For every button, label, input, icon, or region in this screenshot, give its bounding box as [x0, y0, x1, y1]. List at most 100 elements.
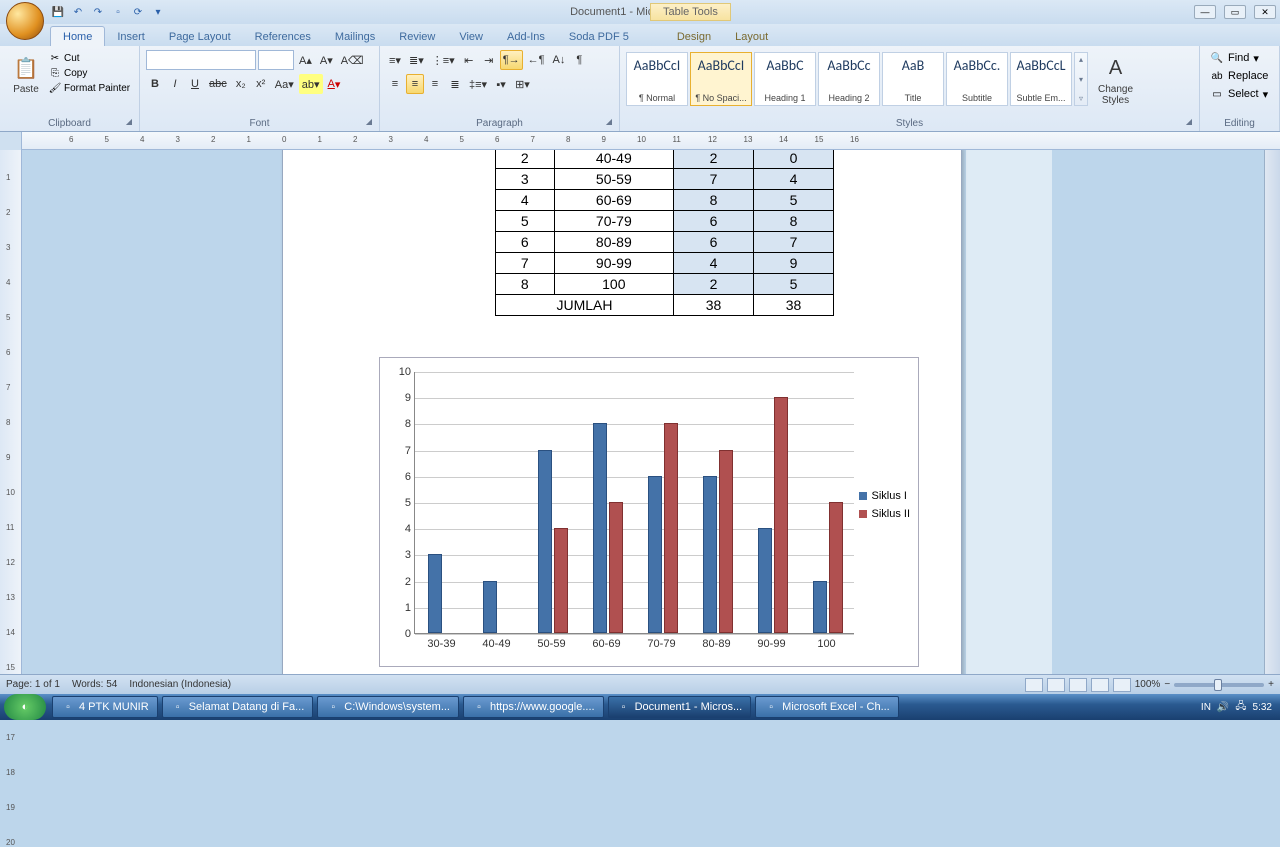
format-painter-button[interactable]: 🖌Format Painter — [48, 82, 130, 96]
chart-object[interactable]: 012345678910 Siklus I Siklus II 30-3940-… — [379, 357, 919, 667]
change-styles-button[interactable]: A Change Styles — [1094, 50, 1137, 108]
rtl-button[interactable]: ←¶ — [525, 50, 548, 70]
minimize-button[interactable]: — — [1194, 5, 1216, 19]
status-words[interactable]: Words: 54 — [72, 679, 117, 690]
style-item-4[interactable]: AaBTitle — [882, 52, 944, 106]
tab-design[interactable]: Design — [665, 27, 723, 46]
table-row[interactable]: 680-8967 — [496, 232, 834, 253]
strikethrough-button[interactable]: abc — [206, 74, 230, 94]
styles-dialog-launcher[interactable]: ◢ — [1183, 117, 1195, 129]
zoom-slider[interactable] — [1174, 683, 1264, 687]
style-item-3[interactable]: AaBbCcHeading 2 — [818, 52, 880, 106]
zoom-in-button[interactable]: + — [1268, 679, 1274, 690]
draft-view-button[interactable] — [1113, 678, 1131, 692]
clipboard-dialog-launcher[interactable]: ◢ — [123, 117, 135, 129]
tab-mailings[interactable]: Mailings — [323, 27, 387, 46]
maximize-button[interactable]: ▭ — [1224, 5, 1246, 19]
document-page[interactable]: 240-4920350-5974460-6985570-7968680-8967… — [282, 150, 962, 694]
undo-icon[interactable]: ↶ — [70, 4, 86, 20]
tab-home[interactable]: Home — [50, 26, 105, 46]
save-icon[interactable]: 💾 — [50, 4, 66, 20]
zoom-out-button[interactable]: − — [1164, 679, 1170, 690]
vertical-scrollbar[interactable] — [1264, 150, 1280, 694]
paragraph-dialog-launcher[interactable]: ◢ — [603, 117, 615, 129]
clear-format-button[interactable]: A⌫ — [338, 50, 367, 70]
taskbar-item-4[interactable]: ▫Document1 - Micros... — [608, 696, 752, 718]
tray-clock[interactable]: 5:32 — [1253, 702, 1272, 713]
table-row-total[interactable]: JUMLAH3838 — [496, 295, 834, 316]
font-dialog-launcher[interactable]: ◢ — [363, 117, 375, 129]
style-item-2[interactable]: AaBbCHeading 1 — [754, 52, 816, 106]
style-item-5[interactable]: AaBbCc.Subtitle — [946, 52, 1008, 106]
decrease-indent-button[interactable]: ⇤ — [460, 50, 478, 70]
status-language[interactable]: Indonesian (Indonesia) — [129, 679, 231, 690]
numbering-button[interactable]: ≣▾ — [406, 50, 427, 70]
shading-button[interactable]: ▪▾ — [492, 74, 510, 94]
show-marks-button[interactable]: ¶ — [570, 50, 588, 70]
change-case-button[interactable]: Aa▾ — [272, 74, 297, 94]
fullscreen-view-button[interactable] — [1047, 678, 1065, 692]
grow-font-button[interactable]: A▴ — [296, 50, 315, 70]
data-table[interactable]: 240-4920350-5974460-6985570-7968680-8967… — [495, 150, 834, 316]
outline-view-button[interactable] — [1091, 678, 1109, 692]
ltr-button[interactable]: ¶→ — [500, 50, 523, 70]
borders-button[interactable]: ⊞▾ — [512, 74, 533, 94]
style-item-6[interactable]: AaBbCcLSubtle Em... — [1010, 52, 1072, 106]
sort-button[interactable]: A↓ — [550, 50, 569, 70]
taskbar-item-1[interactable]: ▫Selamat Datang di Fa... — [162, 696, 314, 718]
select-button[interactable]: ▭Select ▾ — [1206, 86, 1273, 102]
align-right-button[interactable]: ≡ — [426, 74, 444, 94]
printlayout-view-button[interactable] — [1025, 678, 1043, 692]
table-row[interactable]: 460-6985 — [496, 190, 834, 211]
tab-insert[interactable]: Insert — [105, 27, 157, 46]
tray-volume-icon[interactable]: 🔊 — [1217, 702, 1229, 713]
table-row[interactable]: 240-4920 — [496, 150, 834, 169]
paste-button[interactable]: 📋 Paste — [6, 50, 46, 97]
table-row[interactable]: 790-9949 — [496, 253, 834, 274]
horizontal-ruler[interactable]: 654321012345678910111213141516 — [22, 132, 1280, 149]
new-icon[interactable]: ▫ — [110, 4, 126, 20]
status-page[interactable]: Page: 1 of 1 — [6, 679, 60, 690]
shrink-font-button[interactable]: A▾ — [317, 50, 336, 70]
multilevel-button[interactable]: ⋮≡▾ — [429, 50, 458, 70]
tab-sodapdf[interactable]: Soda PDF 5 — [557, 27, 641, 46]
table-row[interactable]: 570-7968 — [496, 211, 834, 232]
tab-pagelayout[interactable]: Page Layout — [157, 27, 243, 46]
table-row[interactable]: 810025 — [496, 274, 834, 295]
taskbar-item-3[interactable]: ▫https://www.google.... — [463, 696, 604, 718]
font-name-input[interactable] — [146, 50, 256, 70]
find-button[interactable]: 🔍Find ▾ — [1206, 50, 1273, 66]
cut-button[interactable]: ✂Cut — [48, 52, 130, 66]
tray-language[interactable]: IN — [1201, 702, 1211, 713]
italic-button[interactable]: I — [166, 74, 184, 94]
zoom-level[interactable]: 100% — [1135, 679, 1161, 690]
taskbar-item-5[interactable]: ▫Microsoft Excel - Ch... — [755, 696, 899, 718]
font-color-button[interactable]: A▾ — [325, 74, 344, 94]
replace-button[interactable]: abReplace — [1206, 68, 1273, 84]
tab-addins[interactable]: Add-Ins — [495, 27, 557, 46]
ruler-corner[interactable] — [0, 132, 22, 150]
tab-review[interactable]: Review — [387, 27, 447, 46]
underline-button[interactable]: U — [186, 74, 204, 94]
font-size-input[interactable] — [258, 50, 294, 70]
copy-button[interactable]: ⎘Copy — [48, 67, 130, 81]
close-button[interactable]: ✕ — [1254, 5, 1276, 19]
justify-button[interactable]: ≣ — [446, 74, 464, 94]
line-spacing-button[interactable]: ‡≡▾ — [466, 74, 490, 94]
weblayout-view-button[interactable] — [1069, 678, 1087, 692]
align-left-button[interactable]: ≡ — [386, 74, 404, 94]
table-row[interactable]: 350-5974 — [496, 169, 834, 190]
office-button[interactable] — [6, 2, 44, 40]
redo-icon[interactable]: ↷ — [90, 4, 106, 20]
increase-indent-button[interactable]: ⇥ — [480, 50, 498, 70]
tray-network-icon[interactable]: 🖧 — [1235, 699, 1246, 716]
taskbar-item-2[interactable]: ▫C:\Windows\system... — [317, 696, 459, 718]
vertical-ruler[interactable]: 1234567891011121314151617181920 — [0, 150, 22, 694]
highlight-button[interactable]: ab▾ — [299, 74, 323, 94]
style-item-1[interactable]: AaBbCcI¶ No Spaci... — [690, 52, 752, 106]
style-gallery-scroll[interactable]: ▴▾▿ — [1074, 52, 1088, 106]
start-button[interactable]: ◐ — [4, 694, 46, 720]
align-center-button[interactable]: ≡ — [406, 74, 424, 94]
bold-button[interactable]: B — [146, 74, 164, 94]
superscript-button[interactable]: x² — [252, 74, 270, 94]
